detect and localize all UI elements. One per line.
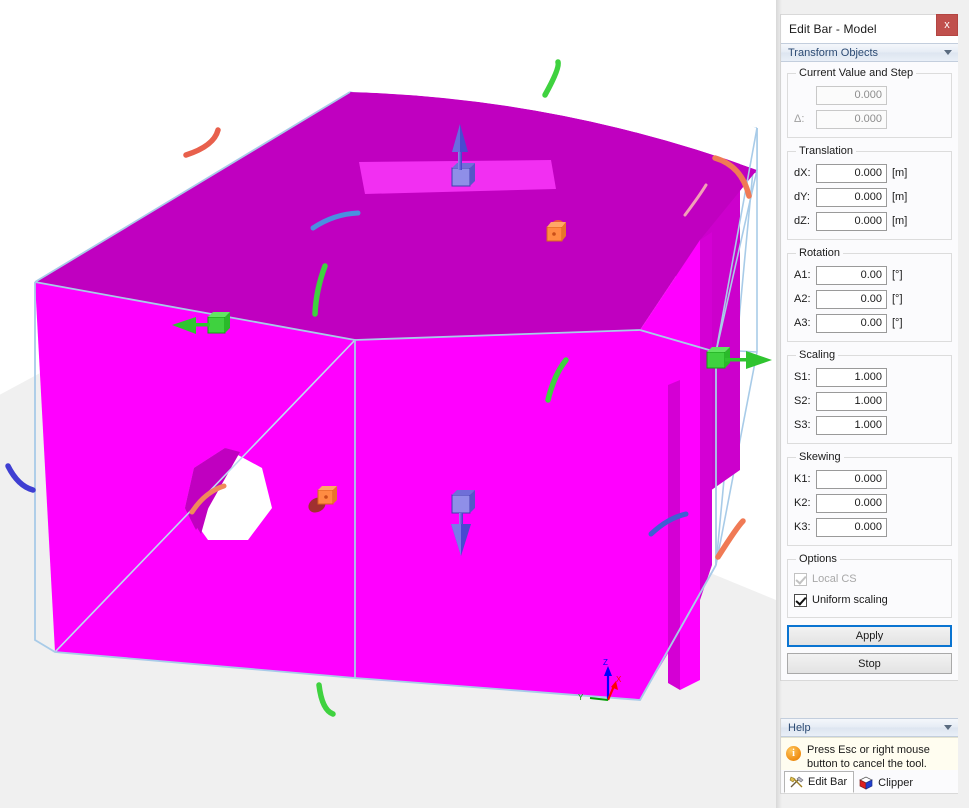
label-dz: dZ: [794,215,810,227]
unit-a2: [°] [892,293,903,305]
input-a1[interactable] [816,265,887,285]
axis-label-y: Y [578,693,584,702]
current-step-row: Δ: [794,108,945,130]
label-a1: A1: [794,269,811,281]
unit-dy: [m] [892,191,908,203]
label-s1: S1: [794,371,811,383]
close-icon[interactable]: x [936,14,958,36]
group-rotation-legend: Rotation [799,247,840,259]
group-rotation: Rotation A1: [°] A2: [°] A3: [°] [787,247,952,342]
edit-bar-panel: Edit Bar - Model x Transform Objects Cur… [776,0,969,808]
current-step-input [816,109,887,129]
label-k1: K1: [794,473,811,485]
help-message: Press Esc or right mouse button to cance… [807,744,930,770]
group-skewing: Skewing K1: K2: K3: [787,451,952,546]
tab-edit-bar[interactable]: Edit Bar [784,771,855,793]
tools-icon [789,776,804,787]
group-options-legend: Options [799,553,837,565]
label-a2: A2: [794,293,811,305]
panel-title: Edit Bar - Model [789,22,877,36]
chevron-down-icon[interactable] [944,50,952,55]
model-canvas[interactable]: Z X Y [0,0,776,808]
input-dz[interactable] [816,211,887,231]
info-icon: i [786,746,801,761]
checkbox-local-cs [794,572,807,586]
skewing-row-k2: K2: [794,492,945,514]
checkbox-uniform-scaling-label: Uniform scaling [812,594,888,606]
unit-a1: [°] [892,269,903,281]
group-skewing-legend: Skewing [799,451,841,463]
group-scaling: Scaling S1: S2: S3: [787,349,952,444]
rotation-row-a1: A1: [°] [794,264,945,286]
panel-titlebar: Edit Bar - Model x [781,14,958,43]
group-options: Options Local CS Uniform scaling [787,553,952,618]
unit-dz: [m] [892,215,908,227]
label-a3: A3: [794,317,811,329]
current-step-label: Δ: [794,113,805,125]
group-translation: Translation dX: [m] dY: [m] dZ: [m [787,145,952,240]
checkbox-local-cs-label: Local CS [812,573,857,585]
section-header-transform-objects[interactable]: Transform Objects [781,43,958,62]
model-right-stem-2 [668,380,680,690]
input-k2[interactable] [816,493,887,513]
panel-tabbar: Edit Bar Clipper [780,770,958,794]
panel-content: Current Value and Step Δ: Translation dX… [781,62,958,680]
translation-row-dy: dY: [m] [794,186,945,208]
axis-label-x: X [616,675,622,684]
input-k3[interactable] [816,517,887,537]
model-right-stem [680,375,700,690]
label-k2: K2: [794,497,811,509]
cube-icon [859,776,873,790]
unit-dx: [m] [892,167,908,179]
label-s3: S3: [794,419,811,431]
axis-label-z: Z [603,658,608,667]
rotation-row-a2: A2: [°] [794,288,945,310]
help-header-label: Help [788,721,811,734]
translation-row-dz: dZ: [m] [794,210,945,232]
input-s3[interactable] [816,415,887,435]
input-a3[interactable] [816,313,887,333]
current-value-row [794,84,945,106]
viewport-3d[interactable]: Z X Y [0,0,776,808]
skewing-row-k3: K3: [794,516,945,538]
unit-a3: [°] [892,317,903,329]
scaling-row-s2: S2: [794,390,945,412]
tab-edit-bar-label: Edit Bar [808,776,848,788]
label-k3: K3: [794,521,811,533]
input-dx[interactable] [816,163,887,183]
scaling-row-s1: S1: [794,366,945,388]
checkbox-row-uniform-scaling[interactable]: Uniform scaling [794,590,945,610]
skewing-row-k1: K1: [794,468,945,490]
help-header[interactable]: Help [781,718,958,737]
group-scaling-legend: Scaling [799,349,836,361]
input-a2[interactable] [816,289,887,309]
tab-clipper-label: Clipper [878,777,913,789]
current-value-input [816,85,887,105]
input-dy[interactable] [816,187,887,207]
section-header-label: Transform Objects [788,46,879,59]
apply-button[interactable]: Apply [787,625,952,647]
model-front-right-face [355,330,640,700]
input-k1[interactable] [816,469,887,489]
translation-row-dx: dX: [m] [794,162,945,184]
checkbox-row-local-cs: Local CS [794,569,945,589]
chevron-down-icon[interactable] [944,725,952,730]
group-current-value-legend: Current Value and Step [799,67,914,79]
rotation-row-a3: A3: [°] [794,312,945,334]
stop-button[interactable]: Stop [787,653,952,674]
input-s1[interactable] [816,367,887,387]
label-dy: dY: [794,191,810,203]
scaling-row-s3: S3: [794,414,945,436]
checkbox-uniform-scaling[interactable] [794,593,807,607]
label-s2: S2: [794,395,811,407]
group-translation-legend: Translation [799,145,854,157]
input-s2[interactable] [816,391,887,411]
tab-clipper[interactable]: Clipper [854,773,920,793]
group-current-value: Current Value and Step Δ: [787,67,952,138]
panel-body: Edit Bar - Model x Transform Objects Cur… [780,14,958,681]
label-dx: dX: [794,167,811,179]
